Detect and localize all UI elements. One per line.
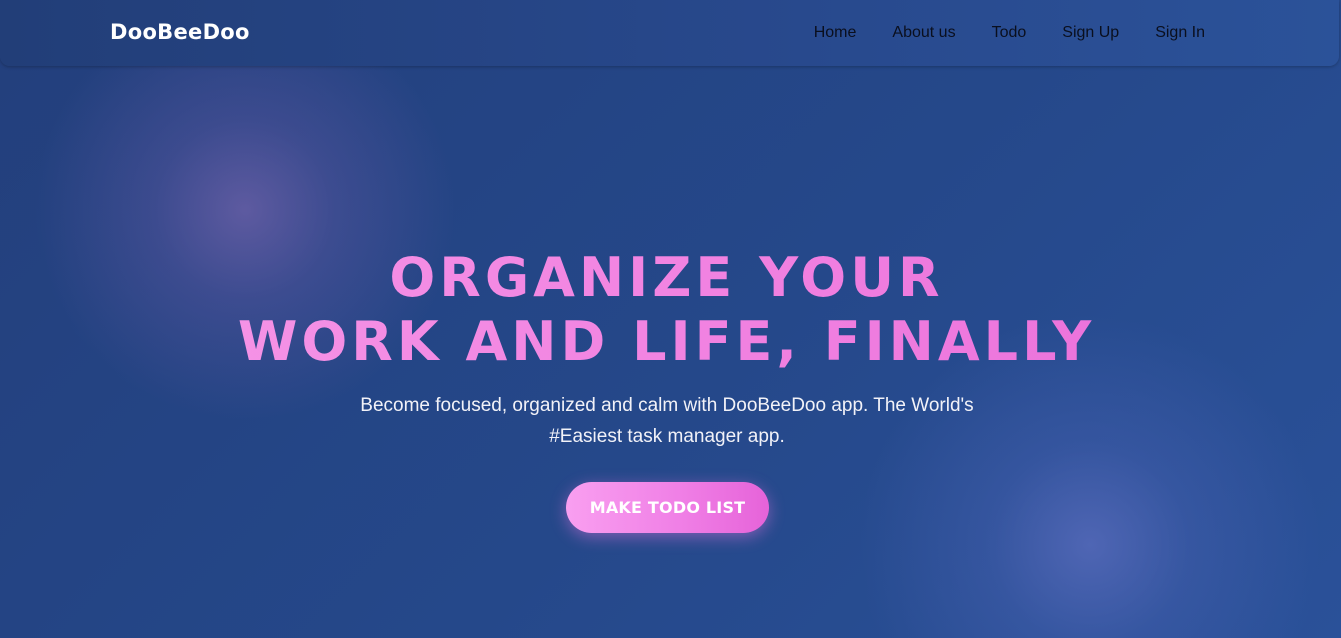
hero-subtitle: Become focused, organized and calm with … bbox=[360, 395, 974, 447]
nav-link-todo[interactable]: Todo bbox=[992, 24, 1027, 42]
hero-headline-line-2: WORK AND LIFE, FINALLY bbox=[0, 310, 1341, 374]
hero-headline: ORGANIZE YOUR WORK AND LIFE, FINALLY bbox=[0, 246, 1341, 374]
nav-links: Home About us Todo Sign Up Sign In bbox=[778, 24, 1205, 42]
nav-link-sign-up[interactable]: Sign Up bbox=[1062, 24, 1119, 42]
make-todo-list-button[interactable]: MAKE TODO LIST bbox=[566, 482, 769, 533]
nav-link-sign-in[interactable]: Sign In bbox=[1155, 24, 1205, 42]
navbar: DooBeeDoo Home About us Todo Sign Up Sig… bbox=[0, 0, 1339, 66]
brand-logo[interactable]: DooBeeDoo bbox=[110, 20, 250, 44]
hero-headline-line-1: ORGANIZE YOUR bbox=[0, 246, 1341, 310]
nav-link-home[interactable]: Home bbox=[814, 24, 857, 42]
nav-link-about-us[interactable]: About us bbox=[892, 24, 955, 42]
